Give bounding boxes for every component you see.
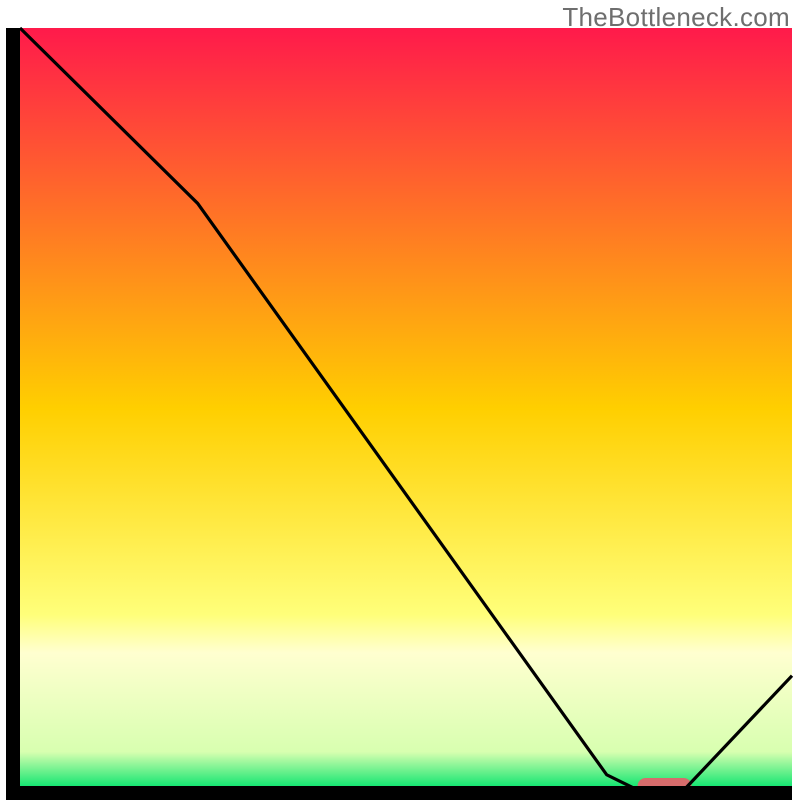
bottleneck-chart [0, 0, 800, 800]
chart-container: { "watermark": "TheBottleneck.com", "cha… [0, 0, 800, 800]
